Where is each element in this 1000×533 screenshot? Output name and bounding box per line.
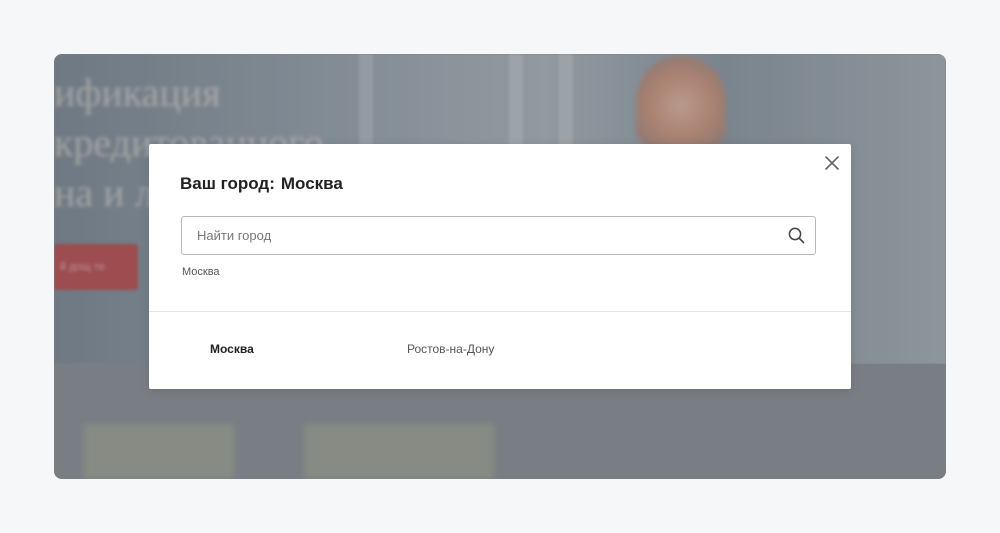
city-select-modal: Ваш город: Москва Москва Москва Ростов-на… — [149, 144, 851, 389]
close-button[interactable] — [823, 154, 841, 172]
close-icon[interactable] — [823, 154, 841, 172]
current-city: Москва — [280, 174, 343, 193]
city-search — [181, 216, 816, 255]
modal-title: Ваш город: Москва — [180, 174, 343, 194]
title-label: Ваш город: — [180, 174, 275, 193]
divider — [149, 311, 851, 312]
city-link-rostov[interactable]: Ростов-на-Дону — [407, 342, 494, 356]
search-icon[interactable] — [788, 227, 805, 244]
city-suggestion[interactable]: Москва — [182, 266, 220, 278]
city-search-input[interactable] — [182, 217, 772, 254]
city-link-moscow[interactable]: Москва — [210, 342, 254, 356]
